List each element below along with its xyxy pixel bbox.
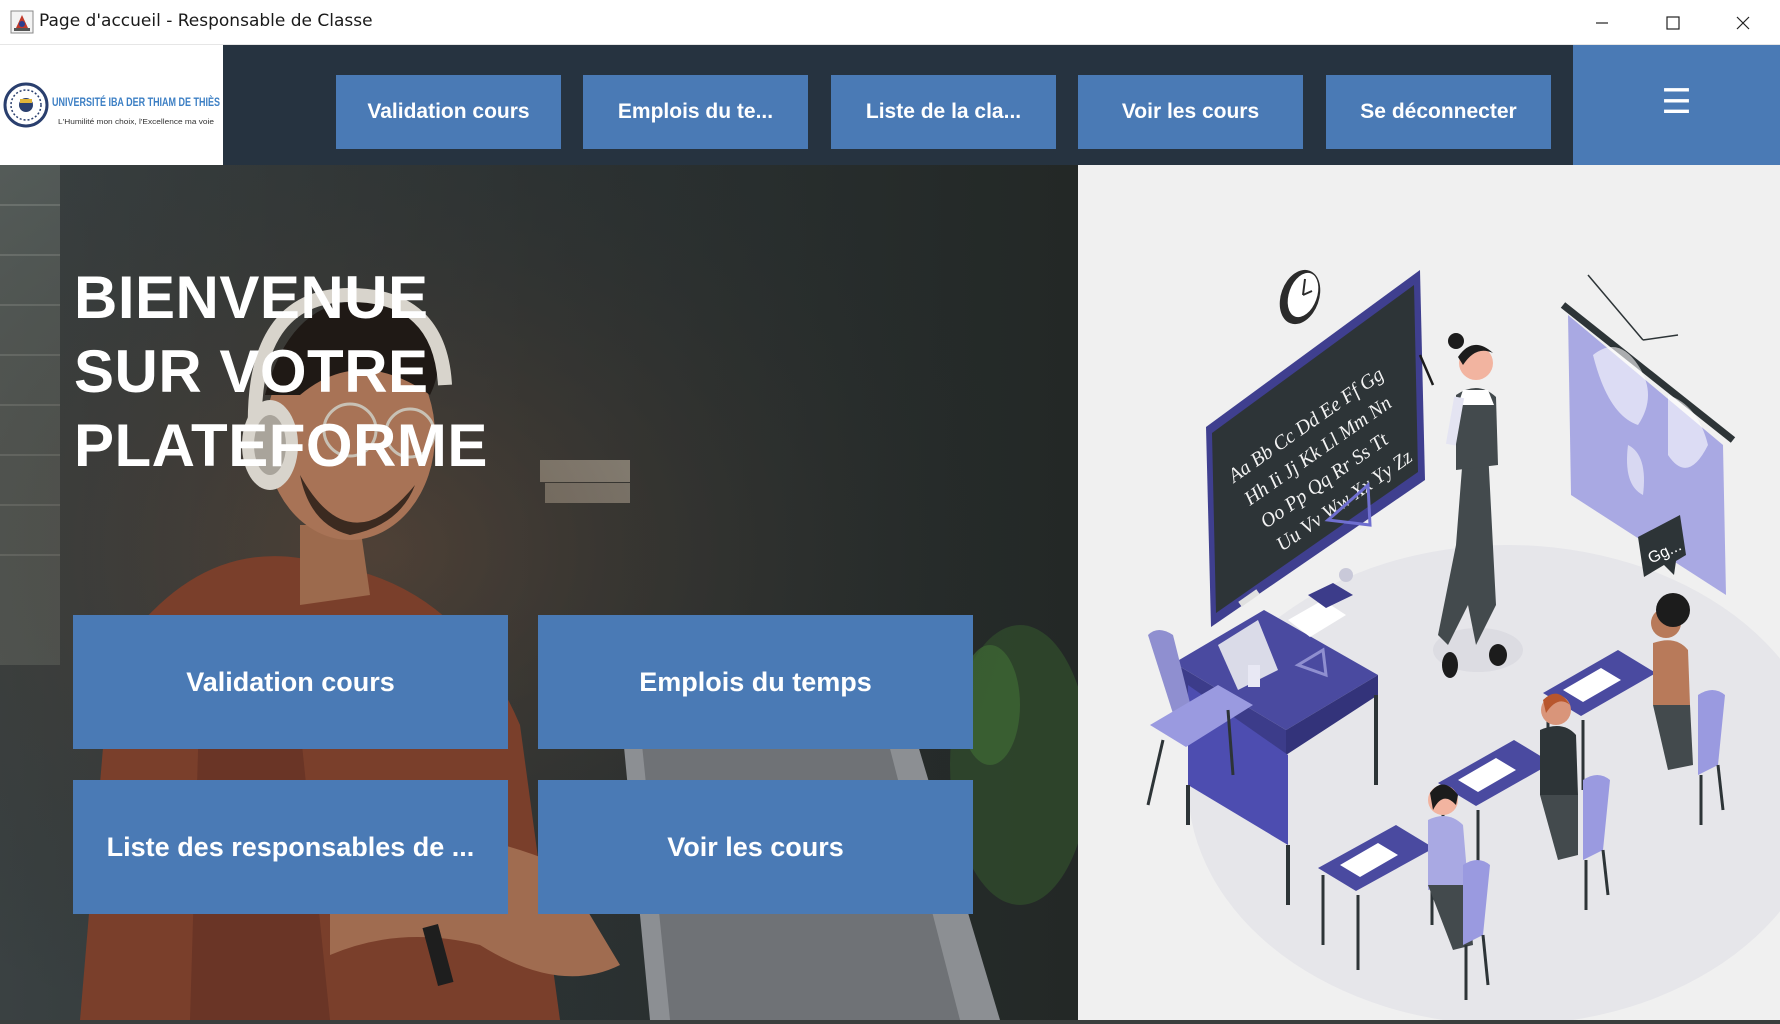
window-title-bar: Page d'accueil - Responsable de Classe — [0, 0, 1780, 45]
tile-liste-responsables-button[interactable]: Liste des responsables de ... — [73, 780, 508, 914]
tile-emplois-du-temps-button[interactable]: Emplois du temps — [538, 615, 973, 749]
tile-validation-cours-button[interactable]: Validation cours — [73, 615, 508, 749]
nav-liste-classe-button[interactable]: Liste de la cla... — [831, 75, 1056, 149]
university-motto: L'Humilité mon choix, l'Excellence ma vo… — [58, 119, 214, 126]
close-icon — [1736, 16, 1750, 29]
university-seal-icon: UNIVERSITÉ IBA DER THIAM DE THIÈS L'Humi… — [3, 82, 220, 128]
window-title: Page d'accueil - Responsable de Classe — [39, 11, 373, 31]
hero-background-photo: BIENVENUE SUR VOTRE PLATEFORME Validatio… — [0, 165, 1078, 1020]
minimize-icon — [1596, 21, 1608, 24]
maximize-icon — [1666, 15, 1680, 30]
welcome-heading: BIENVENUE SUR VOTRE PLATEFORME — [74, 261, 634, 483]
maximize-button[interactable] — [1638, 0, 1708, 45]
classroom-illustration-panel: Aa Bb Cc Dd Ee Ff Gg Hh Ii Jj Kk Ll Mm N… — [1078, 165, 1780, 1020]
java-app-icon — [10, 10, 34, 34]
hamburger-icon: ☰ — [1661, 83, 1692, 121]
university-logo: UNIVERSITÉ IBA DER THIAM DE THIÈS L'Humi… — [0, 45, 223, 165]
window-bottom-edge — [0, 1020, 1780, 1024]
top-navbar: UNIVERSITÉ IBA DER THIAM DE THIÈS L'Humi… — [0, 45, 1780, 165]
close-button[interactable] — [1708, 0, 1778, 45]
tile-voir-cours-button[interactable]: Voir les cours — [538, 780, 973, 914]
minimize-button[interactable] — [1567, 0, 1637, 45]
nav-validation-cours-button[interactable]: Validation cours — [336, 75, 561, 149]
welcome-line-2: SUR VOTRE — [74, 338, 429, 405]
hamburger-menu-button[interactable]: ☰ — [1573, 45, 1780, 165]
clock-icon — [1279, 269, 1321, 325]
welcome-line-1: BIENVENUE — [74, 264, 429, 331]
welcome-line-3: PLATEFORME — [74, 412, 488, 479]
university-name: UNIVERSITÉ IBA DER THIAM DE THIÈS — [52, 96, 220, 109]
nav-emplois-du-temps-button[interactable]: Emplois du te... — [583, 75, 808, 149]
classroom-illustration-image: Aa Bb Cc Dd Ee Ff Gg Hh Ii Jj Kk Ll Mm N… — [1146, 269, 1780, 1020]
nav-logout-button[interactable]: Se déconnecter — [1326, 75, 1551, 149]
nav-voir-cours-button[interactable]: Voir les cours — [1078, 75, 1303, 149]
